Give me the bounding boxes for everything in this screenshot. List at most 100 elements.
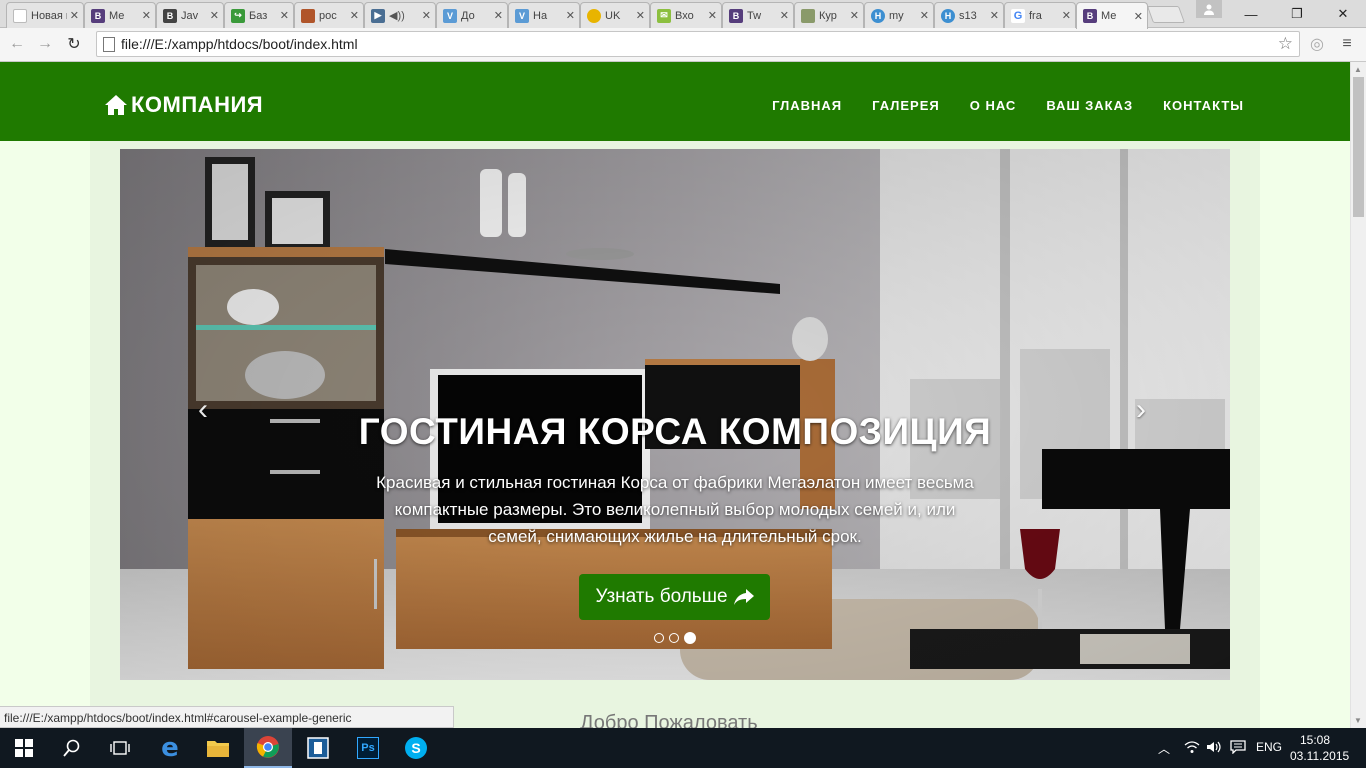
- scroll-down-arrow[interactable]: ▼: [1354, 716, 1362, 725]
- browser-tab[interactable]: B Jav ✕: [156, 2, 224, 28]
- scroll-up-arrow[interactable]: ▲: [1354, 65, 1362, 74]
- tab-title: Кур: [819, 9, 837, 22]
- carousel-next-arrow[interactable]: ›: [1136, 393, 1146, 427]
- browser-tab[interactable]: B Tw ✕: [722, 2, 794, 28]
- chevron-up-icon[interactable]: ︿: [1158, 740, 1170, 757]
- menu-item-home[interactable]: ГЛАВНАЯ: [772, 98, 842, 113]
- app-icon[interactable]: [294, 728, 342, 768]
- slide-text-line-1: Красивая и стильная гостиная Корса от фа…: [376, 473, 974, 492]
- carousel-indicator[interactable]: [669, 633, 679, 643]
- bootstrap-icon: B: [1083, 9, 1097, 23]
- search-icon[interactable]: [48, 728, 96, 768]
- photoshop-icon[interactable]: Ps: [344, 728, 392, 768]
- menu-item-gallery[interactable]: ГАЛЕРЕЯ: [872, 98, 940, 113]
- close-icon[interactable]: ✕: [850, 9, 859, 22]
- edge-icon[interactable]: e: [146, 728, 194, 768]
- close-icon[interactable]: ✕: [708, 9, 717, 22]
- bootstrap-icon: B: [163, 8, 177, 23]
- browser-tab-active[interactable]: B Ме ✕: [1076, 2, 1148, 29]
- user-profile-icon[interactable]: [1196, 0, 1222, 18]
- close-icon[interactable]: ✕: [1134, 10, 1143, 23]
- close-icon[interactable]: ✕: [566, 9, 575, 22]
- browser-tab[interactable]: ▶ ◀)) ✕: [364, 2, 436, 28]
- carousel-indicator-active[interactable]: [684, 632, 696, 644]
- close-icon[interactable]: ✕: [350, 9, 359, 22]
- menu-item-contacts[interactable]: КОНТАКТЫ: [1163, 98, 1244, 113]
- carousel-indicator[interactable]: [654, 633, 664, 643]
- extension-icon[interactable]: ◎: [1306, 33, 1328, 55]
- site-brand[interactable]: КОМПАНИЯ: [104, 92, 263, 118]
- learn-more-label: Узнать больше: [595, 586, 728, 607]
- feed-icon: ↪: [231, 8, 245, 23]
- browser-tab[interactable]: poc ✕: [294, 2, 364, 28]
- page-scrollbar[interactable]: ▲ ▼: [1350, 62, 1366, 728]
- tab-title: Ме: [109, 9, 125, 22]
- mail-icon: ✉: [657, 8, 671, 23]
- share-arrow-icon: [733, 589, 754, 605]
- close-icon[interactable]: ✕: [990, 9, 999, 22]
- notification-icon[interactable]: [1230, 740, 1246, 757]
- browser-tab[interactable]: V До ✕: [436, 2, 508, 28]
- task-view-icon[interactable]: [96, 728, 144, 768]
- menu-item-order[interactable]: ВАШ ЗАКАЗ: [1046, 98, 1133, 113]
- tab-title: Новая вкладка: [31, 9, 67, 22]
- url-text[interactable]: file:///E:/xampp/htdocs/boot/index.html: [121, 36, 358, 52]
- slide-text-line-2: компактные размеры. Это великолепный выб…: [394, 500, 956, 519]
- language-indicator[interactable]: ENG: [1256, 740, 1282, 754]
- chrome-icon[interactable]: [244, 728, 292, 768]
- reload-button[interactable]: ↻: [63, 33, 85, 55]
- restore-button[interactable]: ❐: [1274, 0, 1320, 28]
- close-icon[interactable]: ✕: [210, 9, 219, 22]
- tab-title: Tw: [747, 9, 762, 22]
- scrollbar-thumb[interactable]: [1353, 77, 1364, 217]
- browser-tab[interactable]: B Ме ✕: [84, 2, 156, 28]
- carousel-indicators: [654, 632, 696, 644]
- browser-tab[interactable]: G fra ✕: [1004, 2, 1076, 28]
- browser-tab[interactable]: Кур ✕: [794, 2, 864, 28]
- forward-button[interactable]: →: [34, 33, 56, 55]
- squares-icon: [301, 8, 315, 23]
- v-icon: V: [443, 8, 457, 23]
- close-icon[interactable]: ✕: [1062, 9, 1071, 22]
- close-icon[interactable]: ✕: [494, 9, 503, 22]
- system-clock[interactable]: 15:08 03.11.2015: [1290, 732, 1349, 764]
- browser-tab[interactable]: H my ✕: [864, 2, 934, 28]
- close-icon[interactable]: ✕: [636, 9, 645, 22]
- new-tab-button[interactable]: [1146, 6, 1186, 23]
- file-explorer-icon[interactable]: [194, 728, 242, 768]
- wifi-icon[interactable]: [1184, 740, 1200, 757]
- close-icon[interactable]: ✕: [280, 9, 289, 22]
- back-button[interactable]: ←: [6, 33, 28, 55]
- browser-tab[interactable]: Новая вкладка ✕: [6, 2, 84, 28]
- carousel-prev-arrow[interactable]: ‹: [198, 393, 208, 427]
- close-icon[interactable]: ✕: [920, 9, 929, 22]
- browser-tab[interactable]: UK ✕: [580, 2, 650, 28]
- volume-icon[interactable]: [1206, 740, 1222, 757]
- tab-title: s13: [959, 9, 977, 22]
- carousel: ‹ › ГОСТИНАЯ КОРСА КОМПОЗИЦИЯ Красивая и…: [120, 149, 1230, 680]
- browser-tab[interactable]: H s13 ✕: [934, 2, 1004, 28]
- close-icon[interactable]: ✕: [142, 9, 151, 22]
- bookmark-star-icon[interactable]: ☆: [1278, 34, 1293, 54]
- play-icon: ▶: [371, 8, 385, 23]
- menu-icon[interactable]: ≡: [1336, 33, 1358, 55]
- browser-tab[interactable]: ↪ Баз ✕: [224, 2, 294, 28]
- close-icon[interactable]: ✕: [70, 9, 79, 22]
- minimize-button[interactable]: —: [1228, 0, 1274, 28]
- close-window-button[interactable]: ✕: [1320, 0, 1366, 28]
- windows-start-icon[interactable]: [0, 728, 48, 768]
- page-icon: [103, 37, 115, 52]
- browser-tab[interactable]: V На ✕: [508, 2, 580, 28]
- h-icon: H: [871, 8, 885, 23]
- learn-more-button[interactable]: Узнать больше: [579, 574, 770, 620]
- close-icon[interactable]: ✕: [422, 9, 431, 22]
- tab-title: На: [533, 9, 548, 22]
- menu-item-about[interactable]: О НАС: [970, 98, 1017, 113]
- slide-text-line-3: семей, снимающих жилье на длительный сро…: [488, 527, 862, 546]
- close-icon[interactable]: ✕: [780, 9, 789, 22]
- skype-icon[interactable]: S: [392, 728, 440, 768]
- welcome-heading: Добро Пожаловать: [580, 712, 758, 728]
- brand-name: КОМПАНИЯ: [131, 92, 264, 117]
- browser-tab[interactable]: ✉ Вхо ✕: [650, 2, 722, 28]
- address-bar[interactable]: file:///E:/xampp/htdocs/boot/index.html …: [96, 31, 1300, 57]
